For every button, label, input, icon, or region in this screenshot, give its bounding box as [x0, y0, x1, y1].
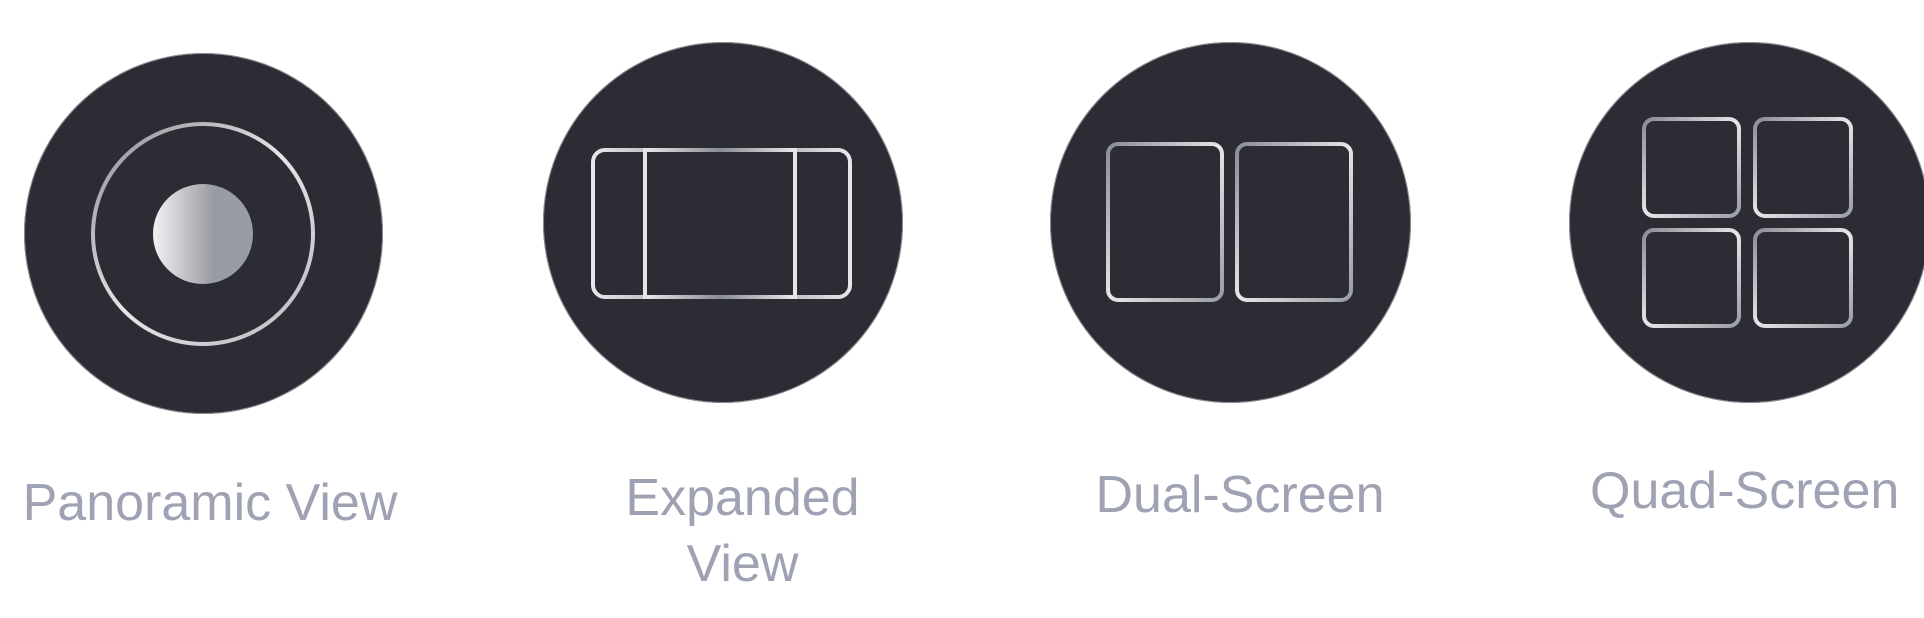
- expanded-icon: [591, 148, 852, 299]
- quad-screen-label: Quad-Screen: [1590, 462, 1900, 520]
- panoramic-icon: [91, 122, 315, 346]
- dual-screen-button[interactable]: [1050, 42, 1411, 403]
- expanded-view-button[interactable]: [543, 42, 903, 403]
- dual-screen-label: Dual-Screen: [1095, 466, 1385, 524]
- quad-screen-icon: [1642, 117, 1853, 328]
- expanded-view-label: Expanded View: [625, 469, 860, 593]
- dual-screen-icon: [1106, 142, 1353, 302]
- panoramic-view-button[interactable]: [24, 53, 383, 414]
- panoramic-view-label: Panoramic View: [22, 474, 398, 532]
- quad-screen-button[interactable]: [1569, 42, 1924, 403]
